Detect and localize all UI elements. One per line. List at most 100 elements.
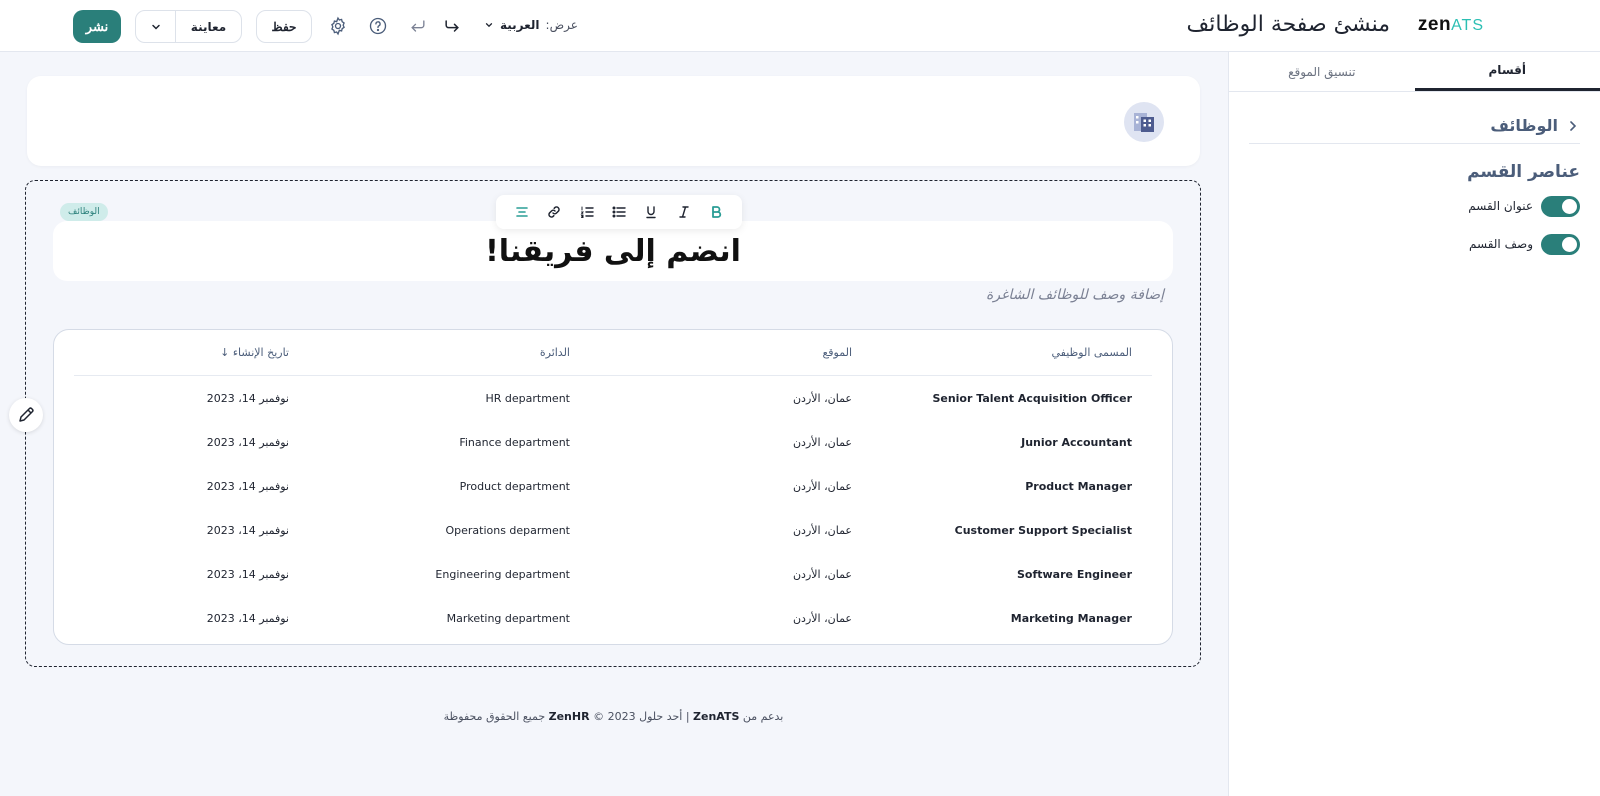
undo-button[interactable]: [406, 14, 430, 38]
section-description-toggle[interactable]: [1541, 233, 1580, 255]
toggle-label: وصف القسم: [1469, 237, 1533, 251]
job-title: Senior Talent Acquisition Officer: [932, 391, 1132, 405]
italic-button[interactable]: [673, 201, 695, 223]
bold-icon: [711, 206, 721, 218]
help-button[interactable]: [366, 14, 390, 38]
underline-button[interactable]: [640, 201, 662, 223]
col-job-title: المسمى الوظيفي: [1051, 346, 1132, 359]
brand-logo: zenATS: [1418, 14, 1484, 36]
company-logo[interactable]: [1124, 102, 1164, 142]
panel-tabs: أقسام تنسيق الموقع: [1229, 52, 1600, 92]
sections-panel: أقسام تنسيق الموقع الوظائف عناصر القسم ع…: [1228, 52, 1600, 796]
save-button[interactable]: حفظ: [256, 10, 312, 43]
job-department: Engineering department: [435, 567, 570, 581]
job-location: عمان، الأردن: [792, 435, 852, 449]
footer-brand: ZenATS: [693, 710, 740, 723]
job-title: Junior Accountant: [1021, 435, 1132, 449]
align-center-icon: [516, 207, 528, 217]
job-department: Finance department: [459, 435, 570, 449]
job-location: عمان، الأردن: [792, 479, 852, 493]
col-department: الدائرة: [539, 346, 570, 359]
table-row[interactable]: Senior Talent Acquisition Officer عمان، …: [74, 376, 1152, 420]
job-date: نوفمبر 14، 2023: [206, 611, 289, 625]
toggle-row-section-title: عنوان القسم: [1249, 192, 1580, 220]
tab-site-styling[interactable]: تنسيق الموقع: [1229, 52, 1415, 91]
job-location: عمان، الأردن: [792, 567, 852, 581]
gear-icon: [331, 16, 345, 36]
job-location: عمان، الأردن: [792, 523, 852, 537]
table-row[interactable]: Software Engineer عمان، الأردن Engineeri…: [74, 552, 1152, 596]
preview-dropdown-button[interactable]: [136, 11, 176, 42]
section-name: الوظائف: [1490, 116, 1558, 135]
undo-icon: [411, 20, 425, 32]
job-department: Operations deparment: [445, 523, 570, 537]
top-bar: zenATS منشئ صفحة الوظائف نشر معاينة حفظ …: [0, 0, 1600, 52]
job-department: HR department: [485, 391, 571, 405]
publish-button[interactable]: نشر: [73, 10, 121, 43]
section-heading[interactable]: انضم إلى فريقنا!: [485, 234, 741, 269]
redo-icon: [445, 20, 459, 32]
language-value: العربية: [500, 18, 540, 32]
logo-section[interactable]: [27, 76, 1200, 166]
edit-section-button[interactable]: [9, 398, 43, 432]
numbered-list-button[interactable]: [576, 201, 598, 223]
section-back-nav[interactable]: الوظائف: [1249, 108, 1580, 144]
preview-group: معاينة: [135, 10, 242, 43]
job-date: نوفمبر 14، 2023: [206, 567, 289, 581]
chevron-down-icon: [151, 24, 160, 30]
footer-prefix: بدعم من: [742, 710, 784, 723]
jobs-section[interactable]: الوظائف انضم إلى فريقنا! إضافة وصف للوظا…: [25, 180, 1201, 667]
table-row[interactable]: Customer Support Specialist عمان، الأردن…: [74, 508, 1152, 552]
job-department: Marketing department: [446, 611, 570, 625]
col-created-date-sort[interactable]: تاريخ الإنشاء ↓: [220, 330, 289, 375]
chevron-down-icon: [485, 23, 493, 28]
section-heading-card[interactable]: انضم إلى فريقنا!: [53, 221, 1173, 281]
section-title-toggle[interactable]: [1541, 195, 1580, 217]
job-date: نوفمبر 14، 2023: [206, 523, 289, 537]
underline-icon: [646, 206, 656, 219]
tab-sections[interactable]: أقسام: [1414, 52, 1600, 91]
settings-button[interactable]: [326, 14, 350, 38]
preview-button[interactable]: معاينة: [176, 11, 241, 42]
table-row[interactable]: Marketing Manager عمان، الأردن Marketing…: [74, 596, 1152, 640]
table-row[interactable]: Product Manager عمان، الأردن Product dep…: [74, 464, 1152, 508]
section-description-input[interactable]: إضافة وصف للوظائف الشاغرة: [986, 287, 1164, 303]
format-toolbar: [496, 195, 742, 229]
brand-main: zen: [1417, 14, 1452, 35]
building-icon: [1134, 113, 1154, 132]
link-icon: [548, 206, 561, 218]
job-date: نوفمبر 14، 2023: [206, 479, 289, 493]
toggle-row-section-description: وصف القسم: [1249, 230, 1580, 258]
page-footer: بدعم من ZenATS | أحد حلول ZenHR © 2023 ج…: [27, 710, 1200, 723]
app-title: منشئ صفحة الوظائف: [1186, 12, 1390, 37]
link-button[interactable]: [543, 201, 565, 223]
chevron-right-icon: [1570, 120, 1577, 131]
job-location: عمان، الأردن: [792, 611, 852, 625]
job-title: Customer Support Specialist: [954, 523, 1132, 537]
job-department: Product department: [459, 479, 570, 493]
footer-company: ZenHR: [548, 710, 590, 723]
brand-accent: ATS: [1451, 17, 1484, 34]
bullet-list-button[interactable]: [608, 201, 630, 223]
redo-button[interactable]: [440, 14, 464, 38]
align-center-button[interactable]: [511, 201, 533, 223]
footer-middle: | أحد حلول: [639, 710, 690, 723]
job-date: نوفمبر 14، 2023: [206, 435, 289, 449]
job-title: Product Manager: [1025, 479, 1132, 493]
help-icon: [369, 17, 387, 35]
col-location: الموقع: [822, 346, 852, 359]
language-selector[interactable]: عرض: العربية: [484, 18, 578, 32]
job-title: Marketing Manager: [1010, 611, 1132, 625]
bold-button[interactable]: [705, 201, 727, 223]
table-row[interactable]: Junior Accountant عمان، الأردن Finance d…: [74, 420, 1152, 464]
view-label: عرض:: [545, 18, 578, 32]
bullet-list-icon: [612, 206, 626, 218]
table-header: المسمى الوظيفي الموقع الدائرة تاريخ الإن…: [74, 330, 1152, 376]
footer-copyright: © 2023 جميع الحقوق محفوظة: [443, 710, 636, 723]
job-location: عمان، الأردن: [792, 391, 852, 405]
pencil-icon: [19, 407, 34, 422]
section-badge: الوظائف: [60, 203, 108, 221]
section-elements-title: عناصر القسم: [1467, 162, 1580, 182]
numbered-list-icon: [580, 206, 594, 218]
job-date: نوفمبر 14، 2023: [206, 391, 289, 405]
